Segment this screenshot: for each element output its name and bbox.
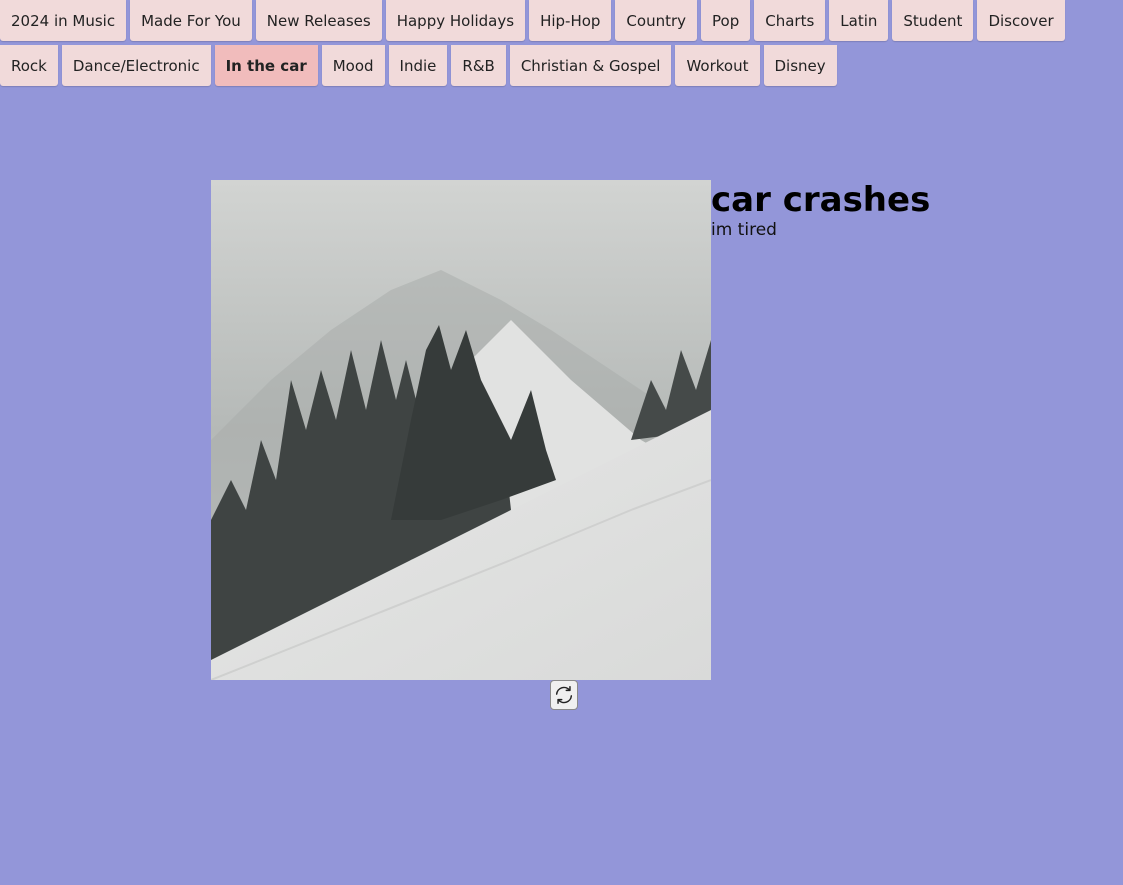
tab-rock[interactable]: Rock (0, 45, 58, 86)
tab-hip-hop[interactable]: Hip-Hop (529, 0, 612, 41)
track-title: car crashes (711, 180, 931, 220)
tab-dance-electronic[interactable]: Dance/Electronic (61, 45, 211, 86)
tab-disney[interactable]: Disney (763, 45, 837, 86)
tab-r-and-b[interactable]: R&B (451, 45, 506, 86)
category-tabs: 2024 in Music Made For You New Releases … (0, 0, 1123, 86)
tab-student[interactable]: Student (892, 0, 974, 41)
tab-happy-holidays[interactable]: Happy Holidays (385, 0, 526, 41)
tab-christian-gospel[interactable]: Christian & Gospel (509, 45, 672, 86)
track-artist: im tired (711, 220, 777, 240)
tab-2024-in-music[interactable]: 2024 in Music (0, 0, 127, 41)
tab-workout[interactable]: Workout (675, 45, 760, 86)
track-info: car crashes im tired (711, 180, 930, 240)
refresh-icon (555, 686, 573, 704)
tab-indie[interactable]: Indie (388, 45, 448, 86)
tab-discover[interactable]: Discover (977, 0, 1065, 41)
snowy-mountain-forest-artwork (211, 180, 711, 680)
album-artwork (211, 180, 711, 680)
tab-in-the-car[interactable]: In the car (214, 45, 318, 86)
refresh-button[interactable] (550, 680, 578, 710)
tab-latin[interactable]: Latin (829, 0, 889, 41)
tab-charts[interactable]: Charts (754, 0, 826, 41)
tab-pop[interactable]: Pop (701, 0, 751, 41)
tab-mood[interactable]: Mood (321, 45, 385, 86)
tab-made-for-you[interactable]: Made For You (130, 0, 252, 41)
tab-new-releases[interactable]: New Releases (255, 0, 382, 41)
tab-country[interactable]: Country (615, 0, 698, 41)
